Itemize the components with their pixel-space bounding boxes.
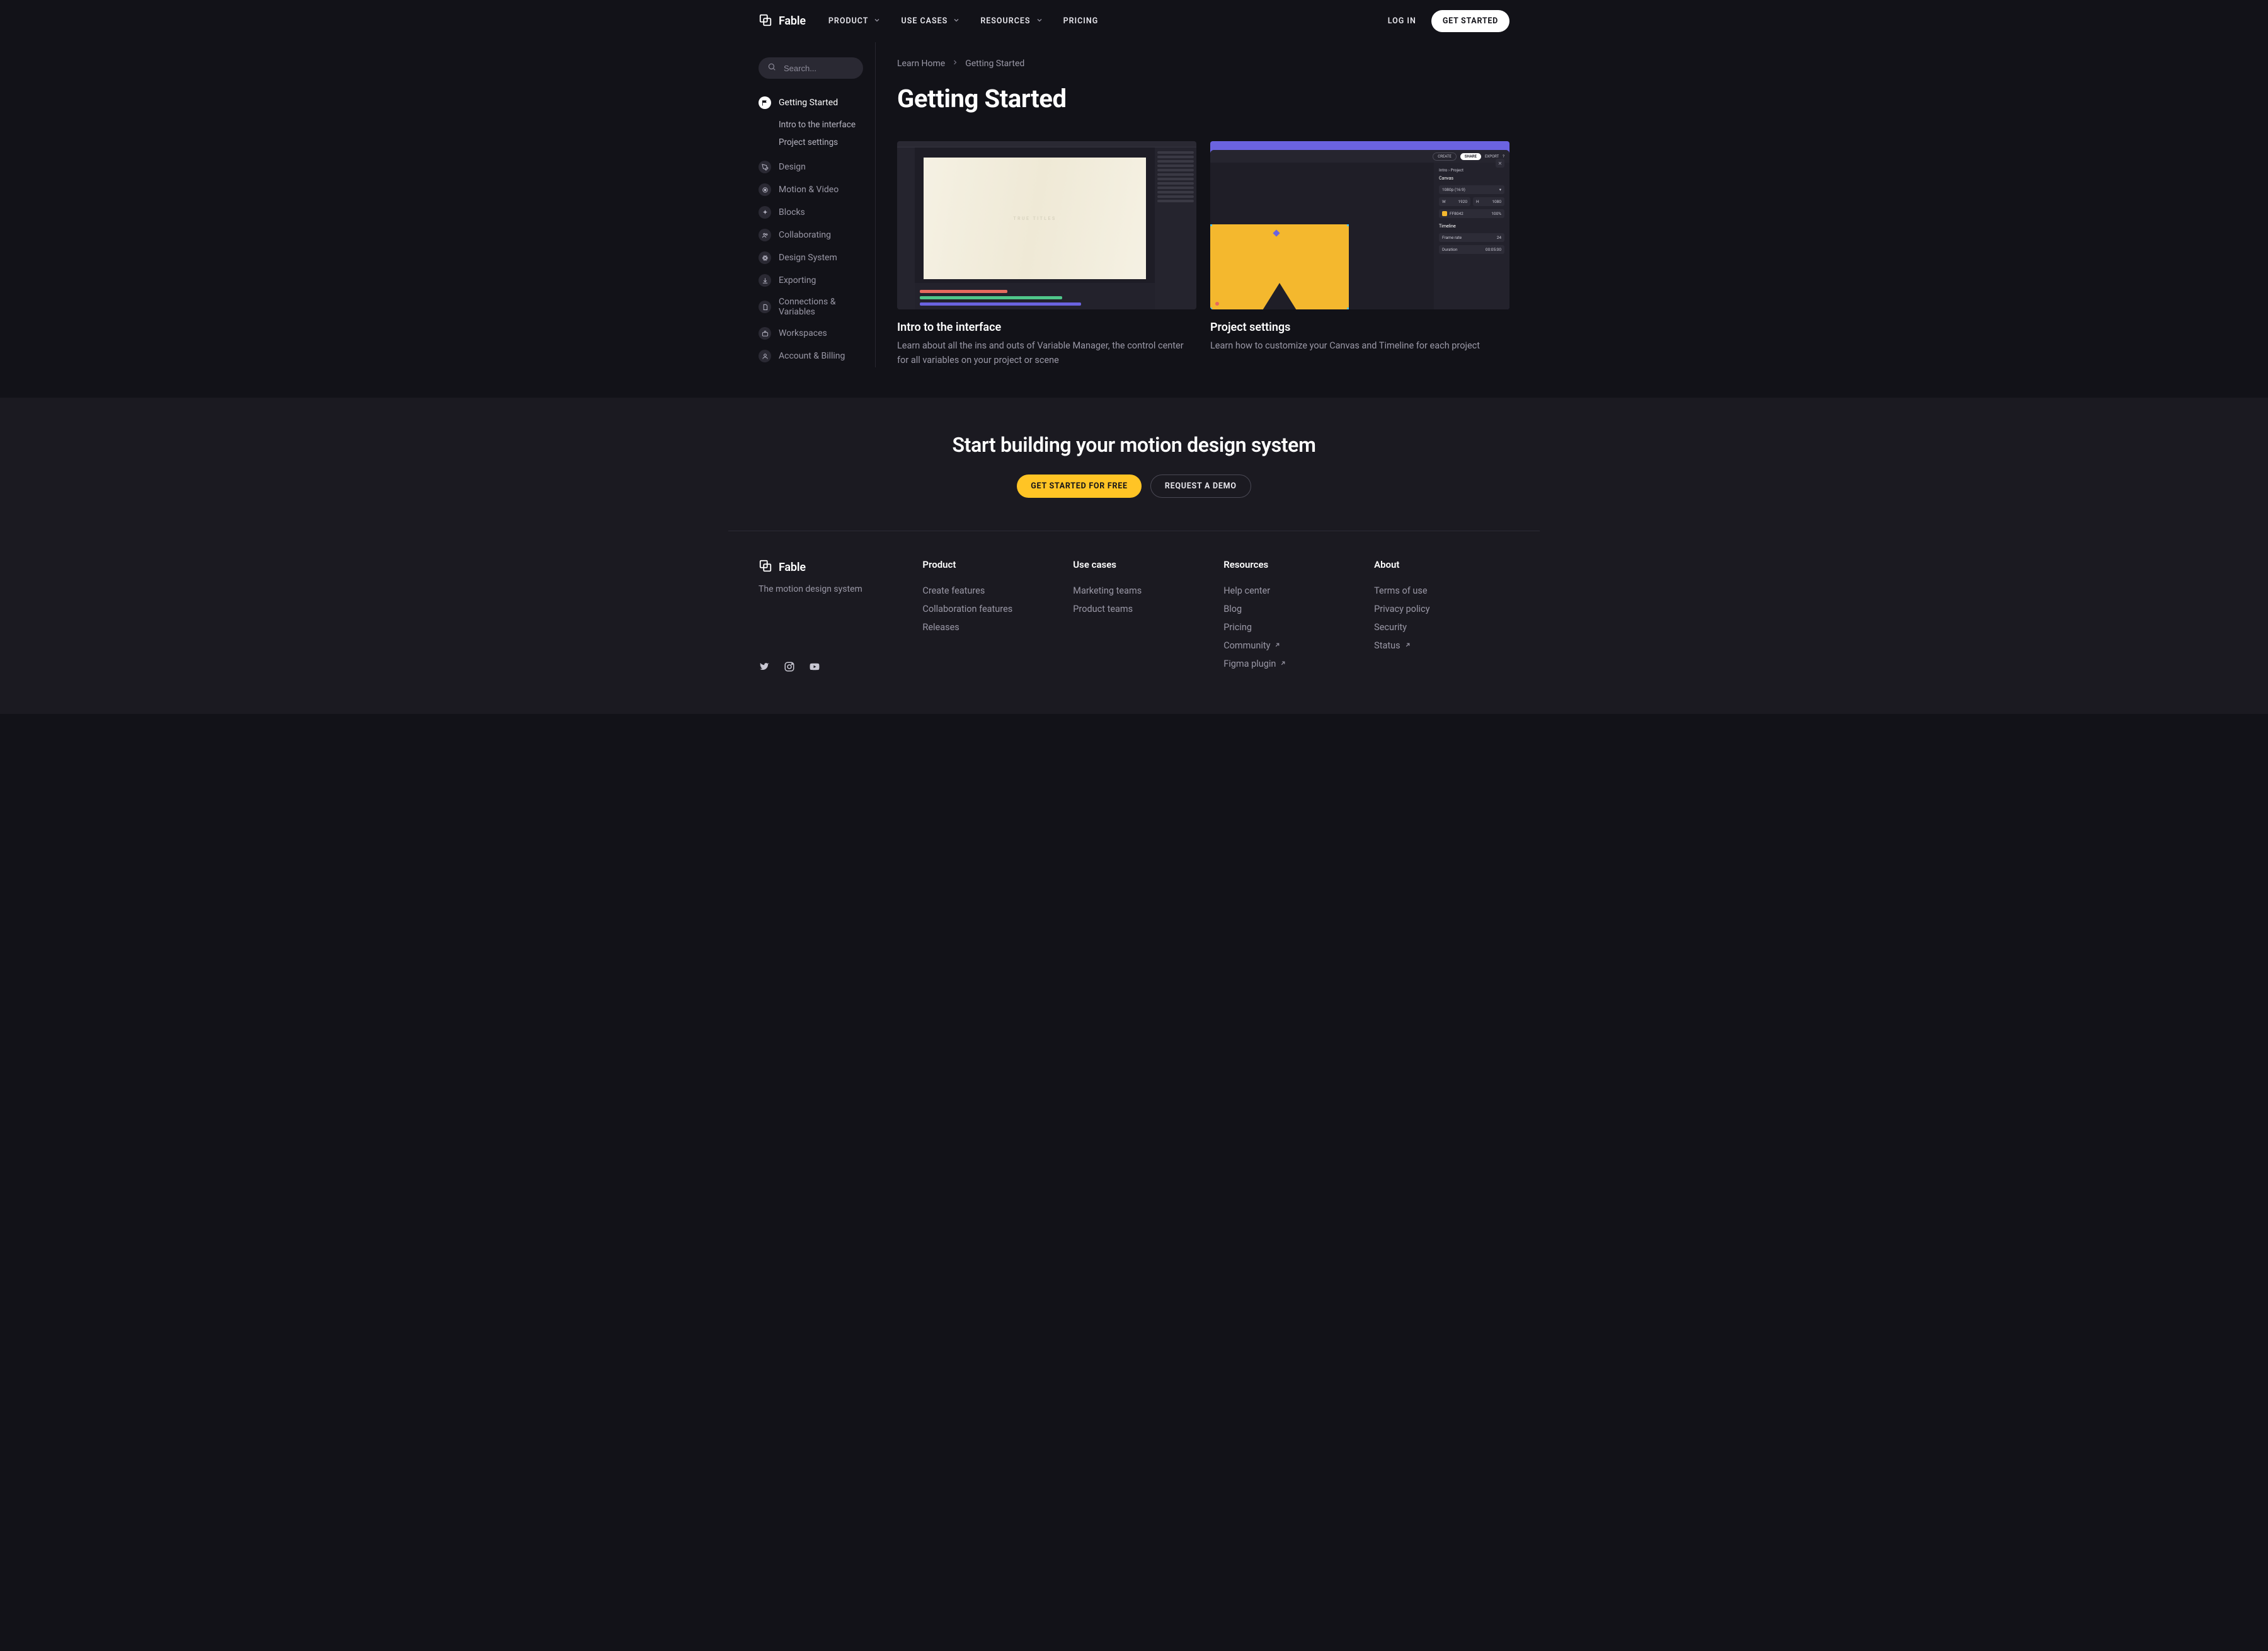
footer-link[interactable]: Community: [1223, 636, 1359, 655]
cta-band: Start building your motion design system…: [728, 398, 1540, 531]
search-input[interactable]: [782, 63, 854, 74]
sidebar-item-motion-video[interactable]: Motion & Video: [759, 180, 868, 200]
chevron-down-icon: [873, 16, 881, 26]
sidebar-item-exporting[interactable]: Exporting: [759, 270, 868, 291]
page-title: Getting Started: [897, 84, 1509, 113]
footer-link[interactable]: Product teams: [1073, 600, 1208, 618]
sidebar-item-collaborating[interactable]: Collaborating: [759, 225, 868, 245]
twitter-icon[interactable]: [759, 657, 770, 676]
get-started-free-button[interactable]: GET STARTED FOR FREE: [1017, 475, 1142, 498]
breadcrumb-root[interactable]: Learn Home: [897, 59, 945, 69]
pen-icon: [759, 161, 771, 173]
external-link-icon: [1280, 659, 1286, 669]
footer-link[interactable]: Security: [1374, 618, 1509, 636]
chevron-down-icon: [953, 16, 960, 26]
login-link[interactable]: LOG IN: [1388, 16, 1416, 26]
card-title: Project settings: [1210, 321, 1509, 334]
chevron-down-icon: [1036, 16, 1043, 26]
card-description: Learn about all the ins and outs of Vari…: [897, 339, 1196, 367]
sidebar-item-design[interactable]: Design: [759, 157, 868, 177]
footer-link[interactable]: Collaboration features: [922, 600, 1058, 618]
record-icon: [759, 183, 771, 196]
footer-col-use-cases: Use cases Marketing teams Product teams: [1073, 559, 1208, 676]
footer-link[interactable]: Marketing teams: [1073, 582, 1208, 600]
nav-resources[interactable]: RESOURCES: [980, 16, 1043, 26]
thumbnail-canvas-text: TRUE TITLES: [924, 158, 1146, 279]
chevron-right-icon: [951, 59, 959, 69]
document-icon: [759, 301, 771, 313]
logo-icon: [759, 559, 772, 575]
article-cards: TRUE TITLES: [897, 141, 1509, 367]
footer-link[interactable]: Terms of use: [1374, 582, 1509, 600]
card-intro-to-interface[interactable]: TRUE TITLES: [897, 141, 1196, 367]
footer-link[interactable]: Pricing: [1223, 618, 1359, 636]
nav-pricing[interactable]: PRICING: [1063, 16, 1099, 26]
nav-product[interactable]: PRODUCT: [828, 16, 881, 26]
sidebar-item-design-system[interactable]: Design System: [759, 248, 868, 268]
sidebar-item-account-billing[interactable]: Account & Billing: [759, 346, 868, 366]
breadcrumb: Learn Home Getting Started: [897, 59, 1509, 69]
nav-use-cases[interactable]: USE CASES: [901, 16, 960, 26]
external-link-icon: [1404, 640, 1411, 651]
logo[interactable]: Fable: [759, 13, 806, 30]
card-description: Learn how to customize your Canvas and T…: [1210, 339, 1509, 353]
instagram-icon[interactable]: [784, 657, 795, 676]
footer-tagline: The motion design system: [759, 584, 907, 594]
sparkle-icon: [759, 206, 771, 219]
footer-link[interactable]: Status: [1374, 636, 1509, 655]
card-project-settings[interactable]: CREATE SHARE EXPORT ?: [1210, 141, 1509, 367]
logo-icon: [759, 13, 772, 30]
footer: Fable The motion design system Product C…: [728, 531, 1540, 714]
briefcase-icon: [759, 327, 771, 340]
request-demo-button[interactable]: REQUEST A DEMO: [1150, 475, 1251, 498]
footer-col-resources: Resources Help center Blog Pricing Commu…: [1223, 559, 1359, 676]
youtube-icon[interactable]: [809, 657, 820, 676]
download-icon: [759, 274, 771, 287]
sidebar-item-getting-started[interactable]: Getting Started: [759, 93, 868, 113]
search-input-wrap[interactable]: [759, 57, 863, 79]
user-icon: [759, 350, 771, 362]
sidebar-sub-project-settings[interactable]: Project settings: [779, 134, 868, 151]
footer-brand: Fable The motion design system: [759, 559, 907, 676]
get-started-button[interactable]: GET STARTED: [1431, 10, 1509, 32]
header: Fable PRODUCT USE CASES RESOURCES PRICIN…: [728, 0, 1540, 42]
sidebar-item-blocks[interactable]: Blocks: [759, 202, 868, 222]
main-content: Learn Home Getting Started Getting Start…: [896, 42, 1509, 367]
external-link-icon: [1274, 640, 1281, 651]
search-icon: [767, 62, 776, 74]
footer-link[interactable]: Privacy policy: [1374, 600, 1509, 618]
footer-link[interactable]: Releases: [922, 618, 1058, 636]
cta-heading: Start building your motion design system: [759, 433, 1509, 457]
sidebar: Getting Started Intro to the interface P…: [759, 42, 876, 367]
footer-link[interactable]: Blog: [1223, 600, 1359, 618]
footer-link[interactable]: Figma plugin: [1223, 655, 1359, 673]
card-thumbnail: TRUE TITLES: [897, 141, 1196, 309]
footer-col-product: Product Create features Collaboration fe…: [922, 559, 1058, 676]
close-icon: ✕: [1496, 159, 1504, 168]
breadcrumb-current: Getting Started: [965, 59, 1024, 69]
card-thumbnail: CREATE SHARE EXPORT ?: [1210, 141, 1509, 309]
sidebar-item-connections-variables[interactable]: Connections & Variables: [759, 293, 868, 321]
footer-col-about: About Terms of use Privacy policy Securi…: [1374, 559, 1509, 676]
sidebar-item-workspaces[interactable]: Workspaces: [759, 323, 868, 343]
card-title: Intro to the interface: [897, 321, 1196, 334]
footer-link[interactable]: Help center: [1223, 582, 1359, 600]
atom-icon: [759, 251, 771, 264]
primary-nav: PRODUCT USE CASES RESOURCES PRICING: [828, 16, 1098, 26]
footer-link[interactable]: Create features: [922, 582, 1058, 600]
footer-logo[interactable]: Fable: [759, 559, 907, 575]
users-icon: [759, 229, 771, 241]
logo-wordmark: Fable: [779, 14, 806, 28]
flag-icon: [759, 96, 771, 109]
sidebar-sub-intro[interactable]: Intro to the interface: [779, 117, 868, 133]
